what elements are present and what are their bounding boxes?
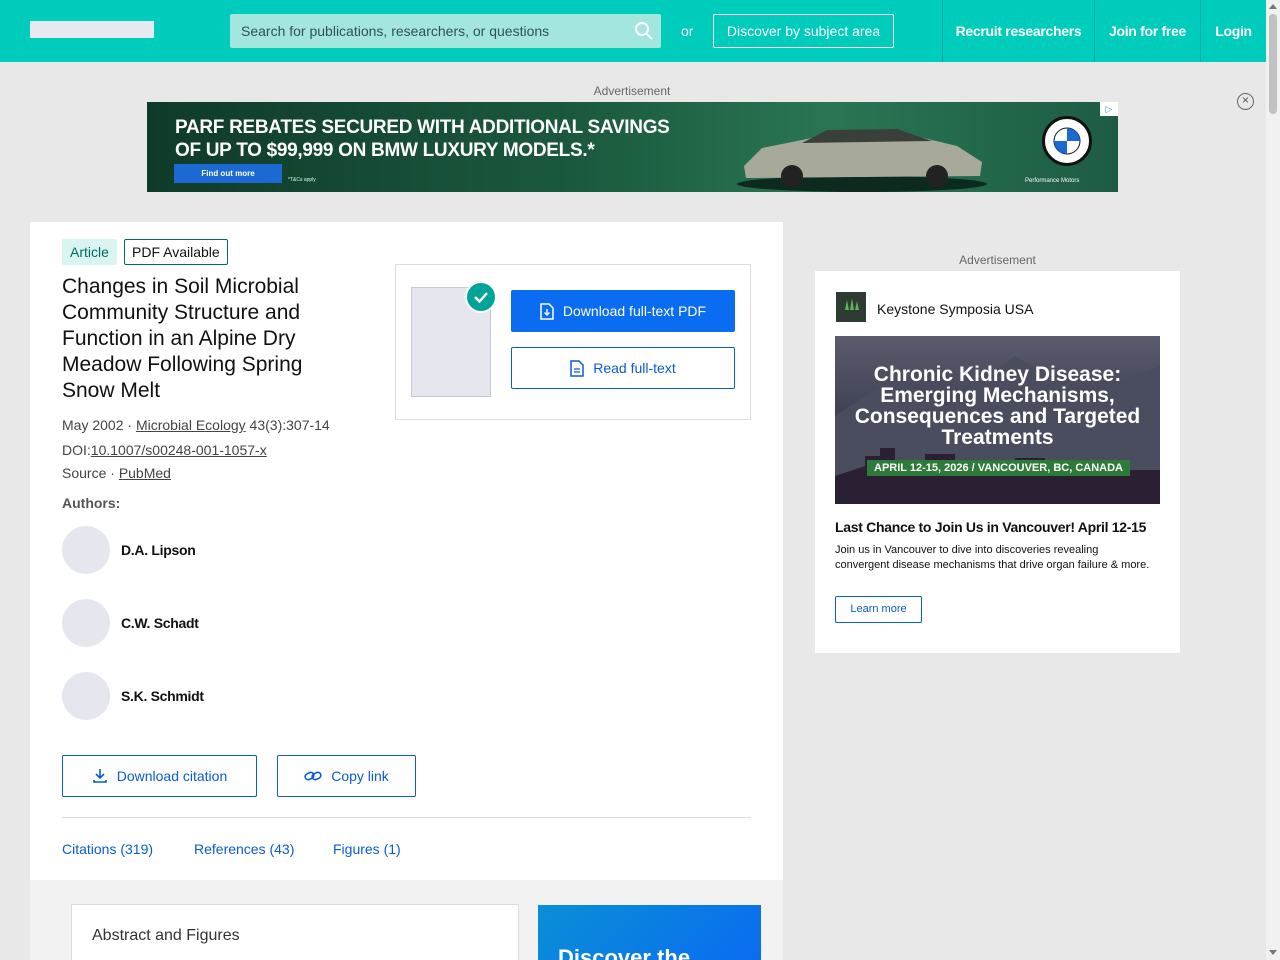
site-logo[interactable] — [30, 21, 154, 38]
ad-brand-name[interactable]: Keystone Symposia USA — [877, 301, 1033, 317]
source-link[interactable]: PubMed — [119, 465, 171, 481]
search-box[interactable] — [230, 14, 661, 48]
publication-info: May 2002 · Microbial Ecology 43(3):307-1… — [62, 417, 330, 433]
author-name[interactable]: C.W. Schadt — [121, 615, 199, 631]
read-full-text-button[interactable]: Read full-text — [511, 347, 735, 389]
adchoices-icon[interactable]: ▷ — [1100, 102, 1118, 116]
doi-link[interactable]: 10.1007/s00248-001-1057-x — [91, 442, 267, 458]
scroll-up-arrow-icon[interactable] — [1269, 4, 1277, 9]
bmw-logo-icon — [1042, 116, 1092, 166]
ad-body: Join us in Vancouver to dive into discov… — [835, 544, 1150, 571]
source-label: Source · — [62, 465, 119, 481]
login-link[interactable]: Login — [1200, 0, 1266, 62]
ad-image-date: APRIL 12-15, 2026 / VANCOUVER, BC, CANAD… — [867, 460, 1130, 476]
author-item[interactable]: C.W. Schadt — [62, 599, 362, 647]
ad-find-out-more-button[interactable]: Find out more — [174, 164, 282, 183]
full-text-panel: Download full-text PDF Read full-text — [395, 264, 751, 420]
download-full-text-pdf-button[interactable]: Download full-text PDF — [511, 290, 735, 332]
car-image — [737, 129, 987, 192]
author-item[interactable]: S.K. Schmidt — [62, 672, 362, 720]
top-banner-ad[interactable]: PARF REBATES SECURED WITH ADDITIONAL SAV… — [147, 102, 1118, 192]
abstract-card: Abstract and Figures — [71, 904, 519, 960]
tab-citations[interactable]: Citations (319) — [62, 841, 153, 857]
doi-label: DOI: — [62, 442, 91, 458]
volume-pages: 43(3):307-14 — [245, 417, 330, 433]
link-icon — [304, 771, 322, 781]
keystone-logo-icon — [836, 292, 866, 322]
section-divider — [62, 817, 751, 818]
author-name[interactable]: D.A. Lipson — [121, 542, 196, 558]
article-card: Article PDF Available Changes in Soil Mi… — [30, 222, 783, 882]
ad-headline: PARF REBATES SECURED WITH ADDITIONAL SAV… — [175, 117, 670, 161]
scroll-thumb[interactable] — [1269, 14, 1277, 114]
join-for-free-link[interactable]: Join for free — [1094, 0, 1200, 62]
ad-fineprint: *T&Cs apply — [288, 177, 316, 183]
copy-link-button[interactable]: Copy link — [277, 755, 416, 797]
read-full-text-label: Read full-text — [593, 360, 676, 376]
top-navigation-bar: or Discover by subject area Recruit rese… — [0, 0, 1266, 62]
tab-figures[interactable]: Figures (1) — [333, 841, 401, 857]
article-type-badge: Article — [62, 239, 117, 265]
promo-text: Discover the — [558, 945, 691, 960]
side-ad[interactable]: Keystone Symposia USA Chronic Kidney Dis… — [815, 271, 1180, 653]
abstract-heading: Abstract and Figures — [92, 927, 240, 944]
journal-link[interactable]: Microbial Ecology — [136, 417, 246, 433]
recruit-researchers-link[interactable]: Recruit researchers — [942, 0, 1094, 62]
page-scrollbar[interactable] — [1266, 0, 1280, 960]
doi-line: DOI:10.1007/s00248-001-1057-x — [62, 442, 267, 458]
scroll-down-arrow-icon[interactable] — [1269, 950, 1277, 955]
ad-image-headline: Chronic Kidney Disease: Emerging Mechani… — [854, 363, 1141, 449]
file-icon — [570, 359, 584, 377]
author-item[interactable]: D.A. Lipson — [62, 526, 362, 574]
source-line: Source · PubMed — [62, 465, 171, 481]
download-citation-button[interactable]: Download citation — [62, 755, 257, 797]
learn-more-button[interactable]: Learn more — [835, 596, 922, 623]
search-icon[interactable] — [634, 21, 654, 41]
ad-image[interactable]: Chronic Kidney Disease: Emerging Mechani… — [835, 336, 1160, 504]
side-ad-label: Advertisement — [959, 253, 1036, 267]
download-citation-label: Download citation — [116, 768, 228, 784]
avatar[interactable] — [62, 672, 110, 720]
avatar[interactable] — [62, 526, 110, 574]
search-input[interactable] — [230, 14, 630, 48]
ad-heading[interactable]: Last Chance to Join Us in Vancouver! Apr… — [835, 519, 1146, 535]
ad-dealer-name: Performance Motors — [1025, 178, 1080, 184]
pdf-available-badge: PDF Available — [124, 239, 228, 265]
download-icon — [92, 769, 107, 783]
tab-references[interactable]: References (43) — [194, 841, 294, 857]
download-pdf-label: Download full-text PDF — [562, 303, 707, 319]
author-name[interactable]: S.K. Schmidt — [121, 688, 204, 704]
authors-label: Authors: — [62, 495, 121, 511]
article-title: Changes in Soil Microbial Community Stru… — [62, 275, 303, 402]
avatar[interactable] — [62, 599, 110, 647]
file-download-icon — [540, 302, 554, 320]
copy-link-label: Copy link — [331, 768, 389, 784]
discover-by-subject-button[interactable]: Discover by subject area — [713, 14, 894, 48]
or-separator: or — [681, 23, 694, 39]
discover-promo-banner[interactable]: Discover the — [538, 905, 761, 960]
top-ad-label: Advertisement — [593, 84, 671, 98]
publication-date: May 2002 · — [62, 417, 136, 433]
checkmark-icon — [465, 281, 497, 313]
close-ad-icon[interactable]: × — [1237, 93, 1254, 110]
